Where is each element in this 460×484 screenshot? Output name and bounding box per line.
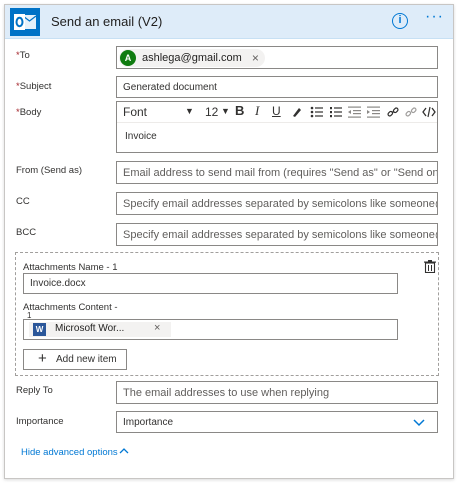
italic-icon[interactable]: I xyxy=(255,103,259,119)
attachments-name-value: Invoice.docx xyxy=(30,278,86,289)
add-new-item-label: Add new item xyxy=(56,354,117,365)
numbered-list-icon[interactable] xyxy=(329,106,342,118)
from-field[interactable]: Email address to send mail from (require… xyxy=(116,161,438,184)
attachments-content-label: Attachments Content - xyxy=(23,302,118,313)
code-icon[interactable] xyxy=(422,106,436,118)
attachments-name-label: Attachments Name - 1 xyxy=(23,262,118,273)
importance-value: Importance xyxy=(123,417,174,428)
word-icon: W xyxy=(33,323,46,336)
importance-select[interactable]: Importance xyxy=(116,411,438,433)
recipient-chip[interactable]: A ashlega@gmail.com × xyxy=(119,49,265,67)
action-header[interactable]: Send an email (V2) i ··· xyxy=(5,5,453,39)
chevron-up-icon[interactable] xyxy=(119,447,129,454)
cc-field[interactable]: Specify email addresses separated by sem… xyxy=(116,192,438,215)
subject-label-text: Subject xyxy=(19,81,52,92)
outdent-icon[interactable] xyxy=(348,106,361,118)
body-value: Invoice xyxy=(125,131,157,142)
cc-label: CC xyxy=(16,196,30,207)
attachments-name-field[interactable]: Invoice.docx xyxy=(23,273,398,294)
cc-placeholder: Specify email addresses separated by sem… xyxy=(123,198,438,210)
bcc-placeholder: Specify email addresses separated by sem… xyxy=(123,229,438,241)
avatar: A xyxy=(120,50,136,66)
reply-to-placeholder: The email addresses to use when replying xyxy=(123,387,330,399)
color-icon[interactable] xyxy=(291,106,302,118)
more-icon[interactable]: ··· xyxy=(425,8,444,26)
from-placeholder: Email address to send mail from (require… xyxy=(123,167,438,179)
body-label-text: Body xyxy=(19,107,42,118)
recipient-email: ashlega@gmail.com xyxy=(142,52,242,64)
bcc-label: BCC xyxy=(16,227,37,238)
subject-field[interactable]: Generated document xyxy=(116,76,438,98)
from-label: From (Send as) xyxy=(16,165,82,176)
remove-token-icon[interactable]: × xyxy=(154,322,160,334)
action-card: Send an email (V2) i ··· *To A ashlega@g… xyxy=(4,4,454,479)
to-label: *To xyxy=(16,50,30,61)
chevron-down-icon[interactable]: ▼ xyxy=(221,106,230,116)
hide-advanced-options-link[interactable]: Hide advanced options xyxy=(21,447,129,458)
content-token-label: Microsoft Wor... xyxy=(55,323,125,334)
bold-icon[interactable]: B xyxy=(235,103,244,118)
importance-label: Importance xyxy=(16,416,64,427)
bullet-list-icon[interactable] xyxy=(310,106,323,118)
body-editor[interactable]: Font ▼ 12 ▼ B I U Invoice xyxy=(116,101,438,153)
info-icon[interactable]: i xyxy=(392,13,408,29)
add-new-item-button[interactable]: + Add new item xyxy=(23,349,127,370)
link-icon[interactable] xyxy=(387,106,399,118)
editor-toolbar: Font ▼ 12 ▼ B I U xyxy=(117,102,437,123)
subject-value: Generated document xyxy=(123,82,217,93)
remove-recipient-icon[interactable]: × xyxy=(252,51,259,65)
to-field[interactable]: A ashlega@gmail.com × xyxy=(116,46,438,69)
reply-to-label: Reply To xyxy=(16,385,53,396)
underline-icon[interactable]: U xyxy=(272,104,281,118)
plus-icon: + xyxy=(38,350,47,367)
font-size-select[interactable]: 12 xyxy=(205,105,218,119)
chevron-down-icon[interactable] xyxy=(413,419,425,427)
delete-icon[interactable] xyxy=(424,260,436,273)
unlink-icon[interactable] xyxy=(405,106,417,118)
action-title: Send an email (V2) xyxy=(51,14,163,29)
to-label-text: To xyxy=(19,50,30,61)
body-label: *Body xyxy=(16,107,41,118)
reply-to-field[interactable]: The email addresses to use when replying xyxy=(116,381,438,404)
indent-icon[interactable] xyxy=(367,106,380,118)
font-select[interactable]: Font xyxy=(123,105,147,119)
subject-label: *Subject xyxy=(16,81,51,92)
bcc-field[interactable]: Specify email addresses separated by sem… xyxy=(116,223,438,246)
content-token[interactable]: W Microsoft Wor... × xyxy=(29,322,171,337)
hide-advanced-options-label: Hide advanced options xyxy=(21,447,118,458)
chevron-down-icon[interactable]: ▼ xyxy=(185,106,194,116)
outlook-icon xyxy=(10,8,40,36)
